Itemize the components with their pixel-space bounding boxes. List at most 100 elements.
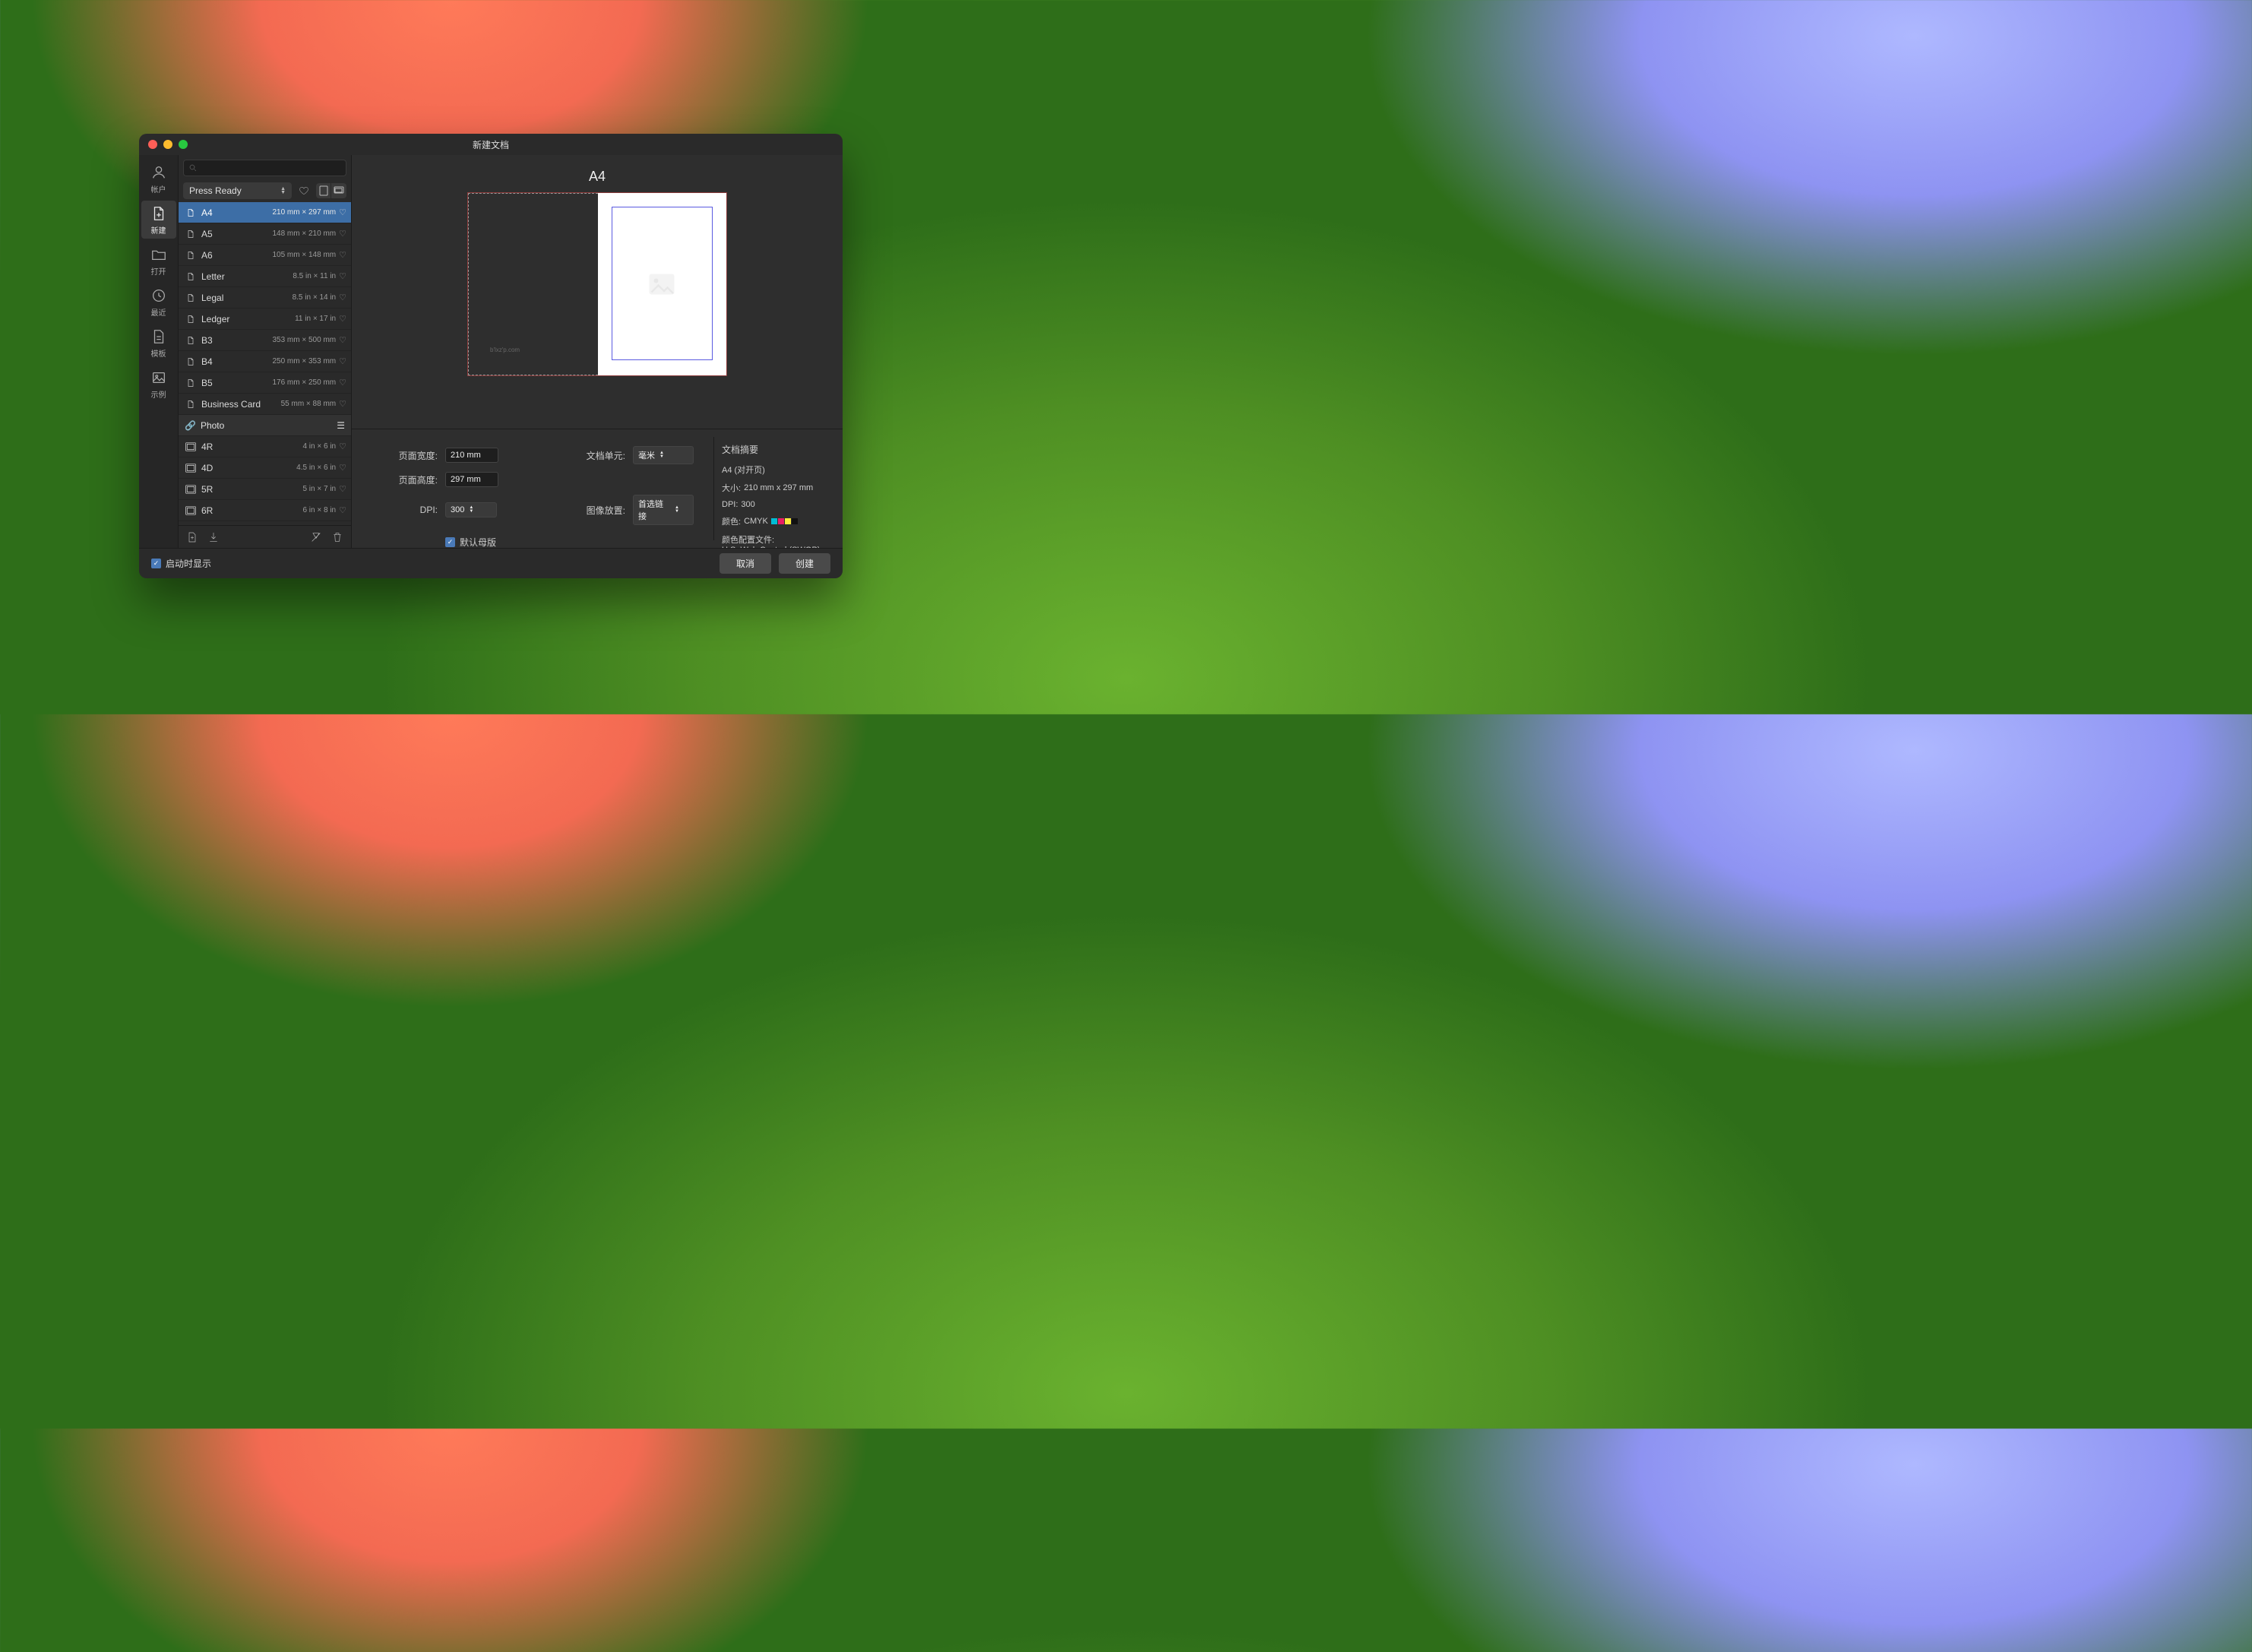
image-placement-select[interactable]: 首选链接▲▼ bbox=[633, 495, 694, 525]
color-swatches bbox=[771, 518, 798, 524]
swatch bbox=[778, 518, 784, 524]
summary-title: 文档摘要 bbox=[722, 443, 827, 456]
page-icon bbox=[185, 271, 197, 282]
swatch bbox=[792, 518, 798, 524]
folder-icon bbox=[150, 246, 167, 263]
section-header-photo[interactable]: 🔗Photo ☰ bbox=[179, 415, 351, 436]
account-icon bbox=[150, 164, 167, 181]
delete-preset-button[interactable] bbox=[330, 530, 345, 545]
preset-item-b5[interactable]: B5 176 mm × 250 mm ♡ bbox=[179, 372, 351, 394]
page-icon bbox=[185, 293, 197, 303]
heart-icon[interactable]: ♡ bbox=[339, 399, 346, 409]
preset-item-4r[interactable]: 4R 4 in × 6 in ♡ bbox=[179, 436, 351, 457]
search-input[interactable] bbox=[201, 163, 341, 172]
heart-icon[interactable]: ♡ bbox=[339, 335, 346, 345]
create-button[interactable]: 创建 bbox=[779, 553, 830, 574]
preset-item-a6[interactable]: A6 105 mm × 148 mm ♡ bbox=[179, 245, 351, 266]
new-file-icon bbox=[150, 205, 167, 222]
photo-icon bbox=[185, 485, 197, 494]
heart-icon[interactable]: ♡ bbox=[339, 484, 346, 494]
new-document-window: 新建文档 帐户 新建 打开 bbox=[139, 134, 843, 578]
doc-units-label: 文档单元: bbox=[559, 449, 625, 462]
preset-item-6r[interactable]: 6R 6 in × 8 in ♡ bbox=[179, 500, 351, 521]
page-icon bbox=[185, 335, 197, 346]
preset-item-business-card[interactable]: Business Card 55 mm × 88 mm ♡ bbox=[179, 394, 351, 415]
presets-footer bbox=[179, 525, 351, 548]
preset-list[interactable]: A4 210 mm × 297 mm ♡ A5 148 mm × 210 mm … bbox=[179, 202, 351, 525]
checkbox-icon: ✓ bbox=[151, 559, 161, 568]
show-on-start-checkbox[interactable]: ✓ 启动时显示 bbox=[151, 557, 211, 570]
heart-icon[interactable]: ♡ bbox=[339, 378, 346, 388]
swatch bbox=[785, 518, 791, 524]
preset-item-legal[interactable]: Legal 8.5 in × 14 in ♡ bbox=[179, 287, 351, 309]
preset-item-a5[interactable]: A5 148 mm × 210 mm ♡ bbox=[179, 223, 351, 245]
page-width-label: 页面宽度: bbox=[372, 449, 438, 462]
rail-item-open[interactable]: 打开 bbox=[141, 242, 176, 280]
preset-item-ledger[interactable]: Ledger 11 in × 17 in ♡ bbox=[179, 309, 351, 330]
preset-item-letter[interactable]: Letter 8.5 in × 11 in ♡ bbox=[179, 266, 351, 287]
dpi-select[interactable]: 300▲▼ bbox=[445, 502, 497, 517]
import-preset-button[interactable] bbox=[206, 530, 221, 545]
stepper-icon: ▲▼ bbox=[280, 187, 286, 195]
preset-item-b4[interactable]: B4 250 mm × 353 mm ♡ bbox=[179, 351, 351, 372]
link-icon: 🔗 bbox=[185, 420, 196, 431]
heart-icon[interactable]: ♡ bbox=[339, 505, 346, 515]
photo-icon bbox=[185, 506, 197, 515]
heart-icon[interactable]: ♡ bbox=[339, 250, 346, 260]
preset-item-4d[interactable]: 4D 4.5 in × 6 in ♡ bbox=[179, 457, 351, 479]
spread-left-page: b'lxz'p.com bbox=[468, 193, 598, 375]
doc-units-select[interactable]: 毫米▲▼ bbox=[633, 446, 694, 464]
preset-item-5r[interactable]: 5R 5 in × 7 in ♡ bbox=[179, 479, 351, 500]
page-icon bbox=[185, 229, 197, 239]
reset-preset-button[interactable] bbox=[308, 530, 324, 545]
portrait-button[interactable] bbox=[316, 183, 331, 198]
rail-item-samples[interactable]: 示例 bbox=[141, 365, 176, 403]
heart-icon[interactable]: ♡ bbox=[339, 293, 346, 302]
titlebar: 新建文档 bbox=[139, 134, 843, 155]
heart-icon bbox=[299, 185, 309, 196]
heart-icon[interactable]: ♡ bbox=[339, 356, 346, 366]
placeholder-image-icon bbox=[648, 273, 675, 296]
heart-icon[interactable]: ♡ bbox=[339, 463, 346, 473]
image-placement-label: 图像放置: bbox=[559, 504, 625, 517]
rail-item-new[interactable]: 新建 bbox=[141, 201, 176, 239]
cancel-button[interactable]: 取消 bbox=[720, 553, 771, 574]
page-icon bbox=[185, 399, 197, 410]
heart-icon[interactable]: ♡ bbox=[339, 314, 346, 324]
landscape-button[interactable] bbox=[331, 183, 346, 198]
page-height-input[interactable] bbox=[445, 472, 498, 487]
swatch bbox=[771, 518, 777, 524]
heart-icon[interactable]: ♡ bbox=[339, 207, 346, 217]
settings-area: 布局页码颜色边距出血 页面宽度: 文档单元: 毫米▲▼ 页面高度: DPI: 3… bbox=[352, 429, 843, 548]
default-master-checkbox[interactable]: ✓ 默认母版 bbox=[445, 536, 694, 548]
rail-item-recent[interactable]: 最近 bbox=[141, 283, 176, 321]
orientation-buttons bbox=[316, 183, 346, 198]
page-width-input[interactable] bbox=[445, 448, 498, 463]
add-preset-button[interactable] bbox=[185, 530, 200, 545]
page-icon bbox=[185, 207, 197, 218]
menu-icon[interactable]: ☰ bbox=[337, 420, 345, 431]
document-summary: 文档摘要 A4 (对开页) 大小:210 mm x 297 mm DPI:300… bbox=[713, 437, 835, 540]
category-select[interactable]: Press Ready ▲▼ bbox=[183, 182, 292, 199]
checkbox-icon: ✓ bbox=[445, 537, 455, 547]
image-icon bbox=[150, 369, 167, 386]
heart-icon[interactable]: ♡ bbox=[339, 229, 346, 239]
recent-icon bbox=[150, 287, 167, 304]
watermark: b'lxz'p.com bbox=[490, 347, 520, 353]
rail-item-account[interactable]: 帐户 bbox=[141, 160, 176, 198]
page-height-label: 页面高度: bbox=[372, 473, 438, 486]
sidebar-rail: 帐户 新建 打开 最近 bbox=[139, 155, 179, 548]
heart-icon[interactable]: ♡ bbox=[339, 271, 346, 281]
photo-icon bbox=[185, 464, 197, 473]
search-input-wrap[interactable] bbox=[183, 160, 346, 176]
rail-item-templates[interactable]: 模板 bbox=[141, 324, 176, 362]
templates-icon bbox=[150, 328, 167, 345]
preset-item-b3[interactable]: B3 353 mm × 500 mm ♡ bbox=[179, 330, 351, 351]
window-title: 新建文档 bbox=[139, 138, 843, 151]
summary-format: A4 (对开页) bbox=[722, 464, 827, 476]
favorite-button[interactable] bbox=[296, 183, 312, 198]
preset-item-a4[interactable]: A4 210 mm × 297 mm ♡ bbox=[179, 202, 351, 223]
heart-icon[interactable]: ♡ bbox=[339, 441, 346, 451]
page-icon bbox=[185, 314, 197, 324]
photo-icon bbox=[185, 442, 197, 451]
